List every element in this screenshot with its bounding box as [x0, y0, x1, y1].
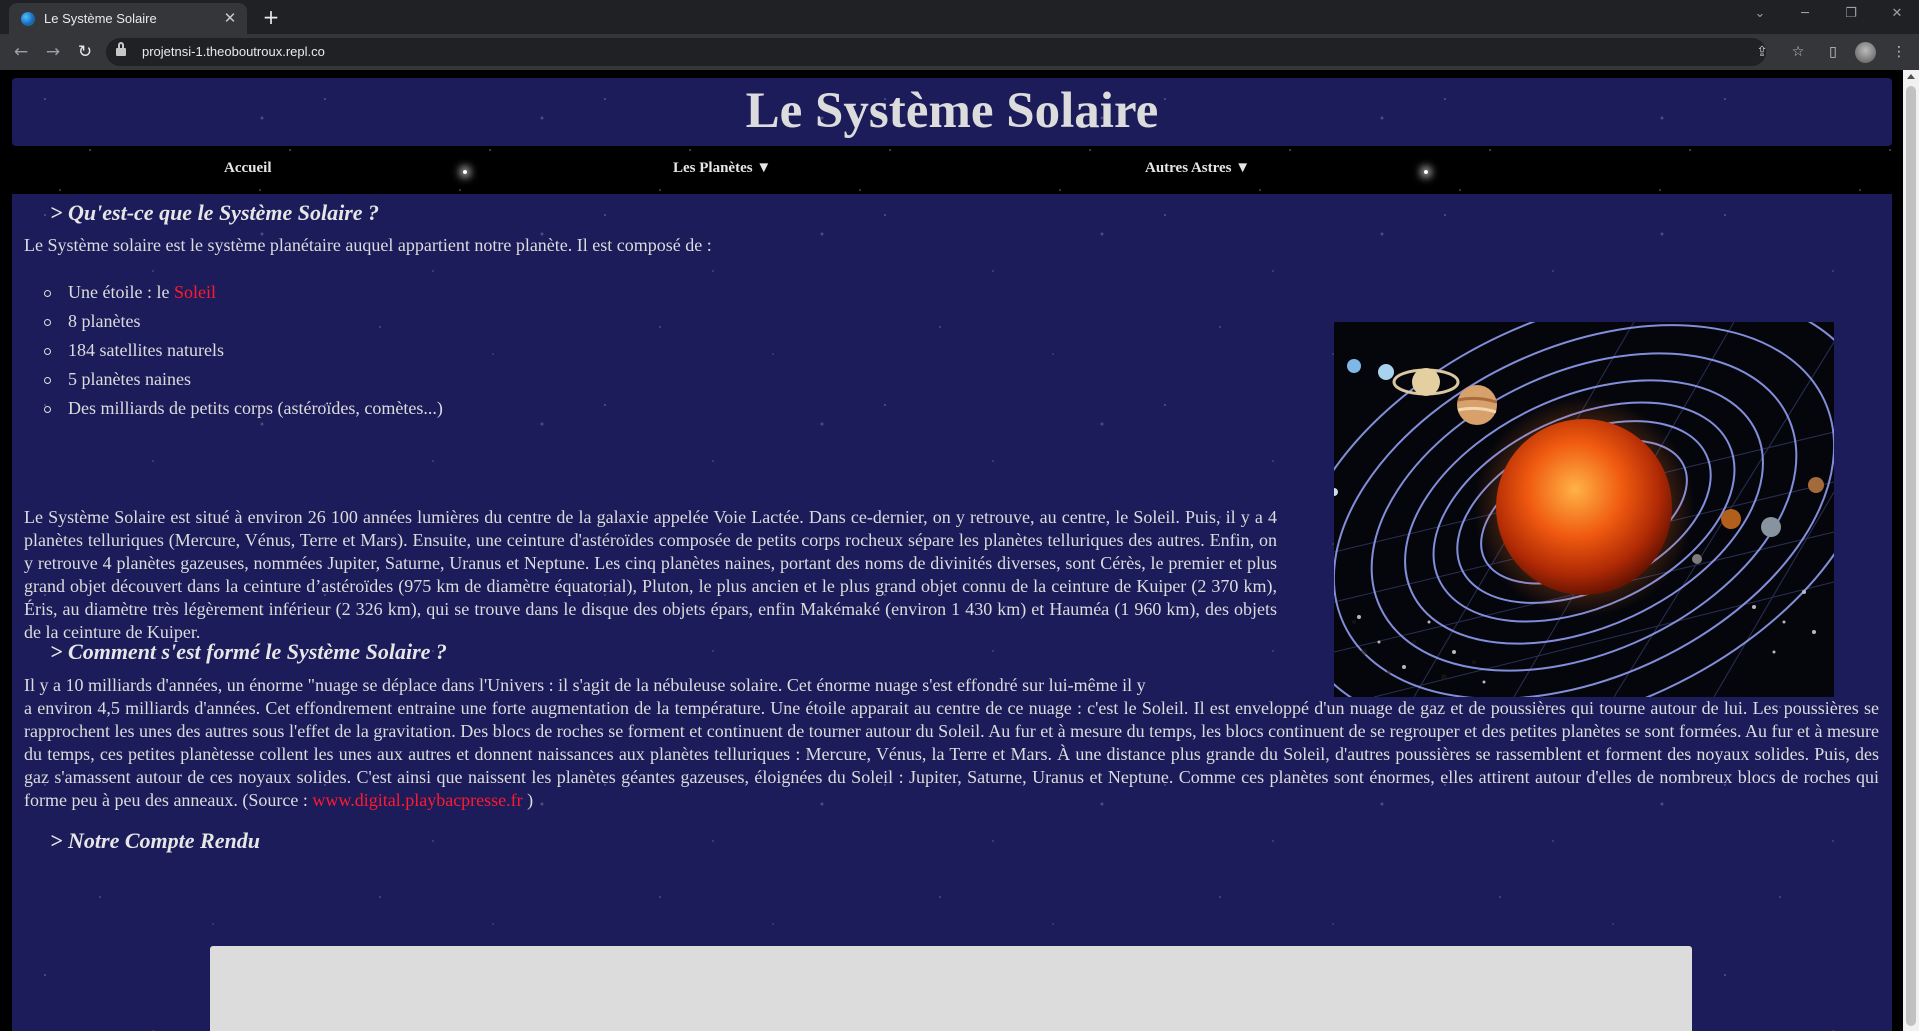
- lock-icon: [116, 42, 126, 57]
- intro-text: Le Système solaire est le système planét…: [24, 235, 712, 255]
- nav-autres-astres[interactable]: Autres Astres ▼: [1145, 160, 1250, 177]
- site-title: Le Système Solaire: [745, 83, 1159, 139]
- minimize-icon[interactable]: ─: [1790, 6, 1820, 26]
- formation-paragraph: a environ 4,5 milliards d'années. Cet ef…: [24, 698, 1879, 810]
- profile-avatar[interactable]: [1855, 42, 1876, 63]
- share-icon[interactable]: ⇪: [1752, 42, 1772, 62]
- main-content: > Qu'est-ce que le Système Solaire ? Le …: [12, 194, 1892, 1031]
- solar-system-image: [1334, 322, 1834, 697]
- nav-les-planetes[interactable]: Les Planètes ▼: [673, 160, 771, 177]
- browser-tab-strip: Le Système Solaire ✕ + ⌄ ─ ❐ ✕: [0, 0, 1919, 34]
- bookmark-star-icon[interactable]: ☆: [1788, 42, 1808, 62]
- composition-list: Une étoile : le Soleil 8 planètes 184 sa…: [42, 282, 443, 427]
- back-arrow-icon[interactable]: ←: [9, 41, 33, 63]
- globe-favicon-icon: [21, 12, 35, 26]
- page-scrollbar[interactable]: [1903, 70, 1919, 1031]
- main-navigation: Accueil Les Planètes ▼ Autres Astres ▼: [12, 148, 1892, 188]
- nav-accueil[interactable]: Accueil: [224, 160, 271, 177]
- page-viewport: Le Système Solaire Accueil Les Planètes …: [0, 70, 1903, 1031]
- side-panel-icon[interactable]: ▯: [1823, 42, 1843, 62]
- url-text: projetnsi-1.theoboutroux.repl.co: [142, 44, 325, 59]
- close-window-icon[interactable]: ✕: [1882, 6, 1912, 26]
- close-tab-icon[interactable]: ✕: [221, 9, 239, 27]
- scroll-thumb[interactable]: [1906, 86, 1916, 1026]
- soleil-link[interactable]: Soleil: [174, 282, 216, 302]
- location-paragraph: Le Système Solaire est situé à environ 2…: [24, 507, 1277, 642]
- address-bar[interactable]: projetnsi-1.theoboutroux.repl.co ⇪ ☆: [106, 38, 1804, 66]
- report-embed[interactable]: [210, 946, 1692, 1031]
- site-header: Le Système Solaire: [12, 78, 1892, 146]
- browser-tab[interactable]: Le Système Solaire ✕: [9, 3, 247, 34]
- reload-icon[interactable]: ↻: [73, 41, 97, 63]
- scroll-up-arrow-icon[interactable]: [1907, 74, 1915, 79]
- source-link[interactable]: www.digital.playbacpresse.fr: [312, 790, 522, 810]
- list-item: Des milliards de petits corps (astéroïde…: [42, 398, 443, 427]
- tab-title: Le Système Solaire: [44, 11, 157, 26]
- section-title-formation: > Comment s'est formé le Système Solaire…: [50, 639, 447, 664]
- forward-arrow-icon[interactable]: →: [41, 41, 65, 63]
- list-item: 184 satellites naturels: [42, 340, 443, 369]
- restore-icon[interactable]: ❐: [1836, 6, 1866, 26]
- star-flare: [463, 170, 467, 174]
- formation-first-line: Il y a 10 milliards d'années, un énorme …: [24, 675, 1146, 695]
- menu-kebab-icon[interactable]: ⋮: [1889, 42, 1909, 62]
- tab-search-icon[interactable]: ⌄: [1745, 6, 1775, 26]
- section-title-what-is: > Qu'est-ce que le Système Solaire ?: [50, 200, 380, 225]
- list-item: 8 planètes: [42, 311, 443, 340]
- list-item: 5 planètes naines: [42, 369, 443, 398]
- browser-toolbar: ← → ↻ projetnsi-1.theoboutroux.repl.co ⇪…: [0, 34, 1919, 70]
- new-tab-button[interactable]: +: [259, 6, 283, 30]
- star-flare: [1424, 170, 1428, 174]
- list-item: Une étoile : le Soleil: [42, 282, 443, 311]
- section-title-report: > Notre Compte Rendu: [50, 828, 260, 853]
